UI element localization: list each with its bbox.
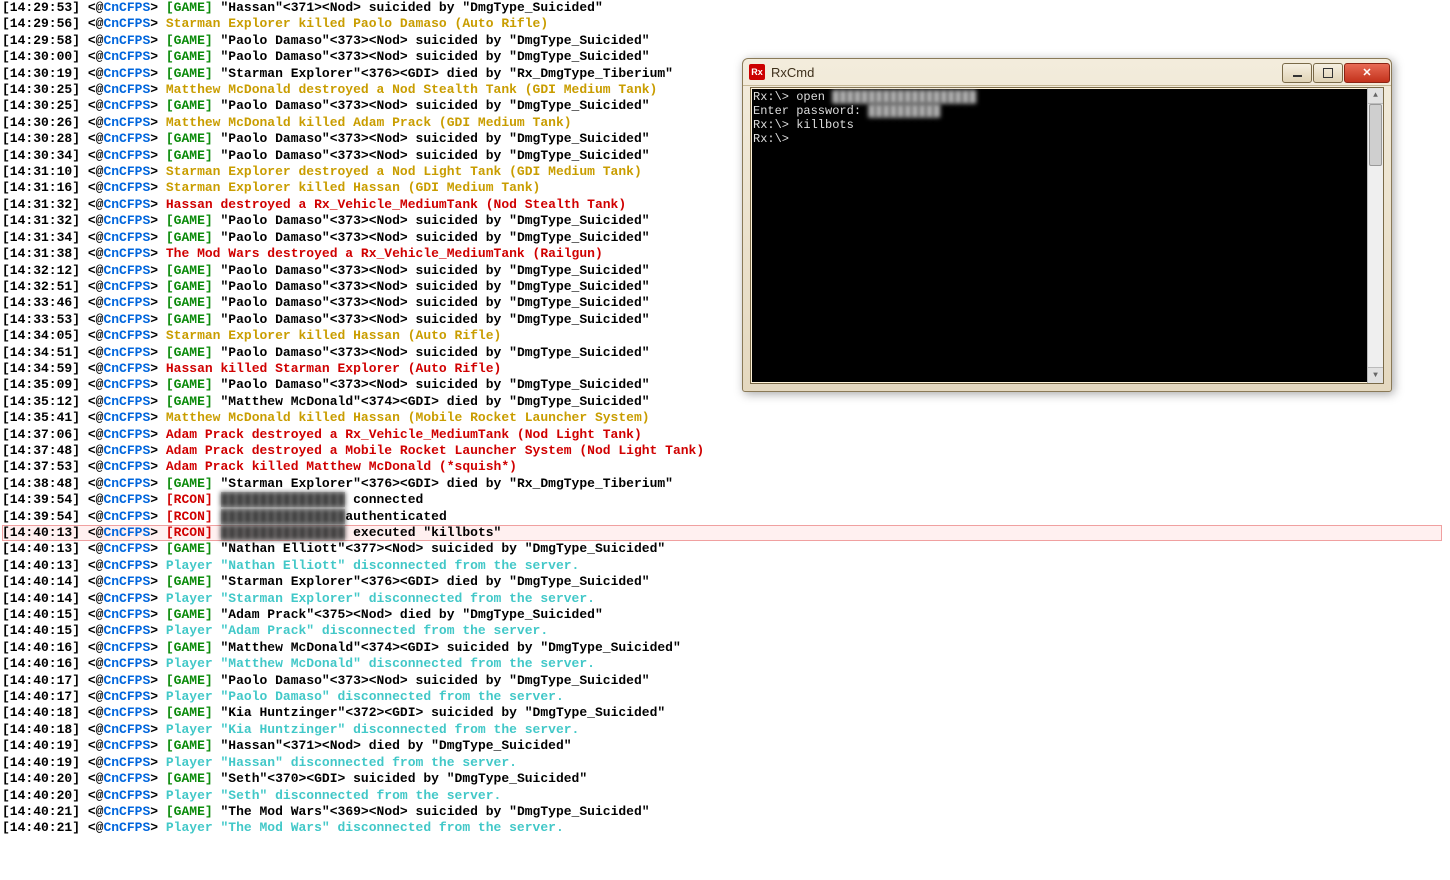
log-line: [14:40:17] <@CnCFPS> [GAME] "Paolo Damas… — [2, 673, 1442, 689]
log-line: [14:29:53] <@CnCFPS> [GAME] "Hassan"<371… — [2, 0, 1442, 16]
log-line: [14:40:19] <@CnCFPS> [GAME] "Hassan"<371… — [2, 738, 1442, 754]
log-line: [14:35:12] <@CnCFPS> [GAME] "Matthew McD… — [2, 394, 1442, 410]
scroll-up-icon[interactable]: ▲ — [1368, 88, 1383, 104]
log-line: [14:40:21] <@CnCFPS> Player "The Mod War… — [2, 820, 1442, 836]
window-buttons — [1282, 62, 1391, 83]
log-line: [14:37:48] <@CnCFPS> Adam Prack destroye… — [2, 443, 1442, 459]
log-line: [14:40:16] <@CnCFPS> [GAME] "Matthew McD… — [2, 640, 1442, 656]
log-line: [14:40:15] <@CnCFPS> Player "Adam Prack"… — [2, 623, 1442, 639]
log-line: [14:39:54] <@CnCFPS> [RCON] ████████████… — [2, 492, 1442, 508]
rxcmd-title: RxCmd — [771, 65, 814, 80]
rxcmd-client-area: Rx:\> open ████████████████████ Enter pa… — [750, 87, 1384, 384]
rxcmd-terminal[interactable]: Rx:\> open ████████████████████ Enter pa… — [753, 90, 1367, 381]
log-line: [14:29:56] <@CnCFPS> Starman Explorer ki… — [2, 16, 1442, 32]
log-line: [14:40:20] <@CnCFPS> Player "Seth" disco… — [2, 788, 1442, 804]
minimize-button[interactable] — [1282, 63, 1312, 83]
rxcmd-scrollbar[interactable]: ▲ ▼ — [1367, 88, 1383, 383]
log-line: [14:40:13] <@CnCFPS> Player "Nathan Elli… — [2, 558, 1442, 574]
log-line: [14:40:13] <@CnCFPS> [GAME] "Nathan Elli… — [2, 541, 1442, 557]
log-line: [14:40:18] <@CnCFPS> [GAME] "Kia Huntzin… — [2, 705, 1442, 721]
log-line: [14:37:53] <@CnCFPS> Adam Prack killed M… — [2, 459, 1442, 475]
scroll-thumb[interactable] — [1369, 104, 1382, 166]
log-line: [14:40:15] <@CnCFPS> [GAME] "Adam Prack"… — [2, 607, 1442, 623]
log-line: [14:37:06] <@CnCFPS> Adam Prack destroye… — [2, 427, 1442, 443]
log-line: [14:40:20] <@CnCFPS> [GAME] "Seth"<370><… — [2, 771, 1442, 787]
log-line: [14:40:17] <@CnCFPS> Player "Paolo Damas… — [2, 689, 1442, 705]
log-line: [14:38:48] <@CnCFPS> [GAME] "Starman Exp… — [2, 476, 1442, 492]
log-line: [14:40:21] <@CnCFPS> [GAME] "The Mod War… — [2, 804, 1442, 820]
rxcmd-titlebar[interactable]: RxCmd — [743, 59, 1391, 86]
log-line: [14:40:16] <@CnCFPS> Player "Matthew McD… — [2, 656, 1442, 672]
scroll-down-icon[interactable]: ▼ — [1368, 367, 1383, 383]
log-line: [14:40:14] <@CnCFPS> Player "Starman Exp… — [2, 591, 1442, 607]
rxcmd-app-icon — [749, 64, 765, 80]
log-line: [14:40:18] <@CnCFPS> Player "Kia Huntzin… — [2, 722, 1442, 738]
rxcmd-window[interactable]: RxCmd Rx:\> open ████████████████████ En… — [742, 58, 1392, 392]
log-line: [14:39:54] <@CnCFPS> [RCON] ████████████… — [2, 509, 1442, 525]
log-line: [14:35:41] <@CnCFPS> Matthew McDonald ki… — [2, 410, 1442, 426]
log-line: [14:40:14] <@CnCFPS> [GAME] "Starman Exp… — [2, 574, 1442, 590]
maximize-button[interactable] — [1313, 63, 1343, 83]
log-line: [14:40:13] <@CnCFPS> [RCON] ████████████… — [2, 525, 1442, 541]
log-line: [14:40:19] <@CnCFPS> Player "Hassan" dis… — [2, 755, 1442, 771]
close-button[interactable] — [1344, 63, 1390, 83]
log-line: [14:29:58] <@CnCFPS> [GAME] "Paolo Damas… — [2, 33, 1442, 49]
